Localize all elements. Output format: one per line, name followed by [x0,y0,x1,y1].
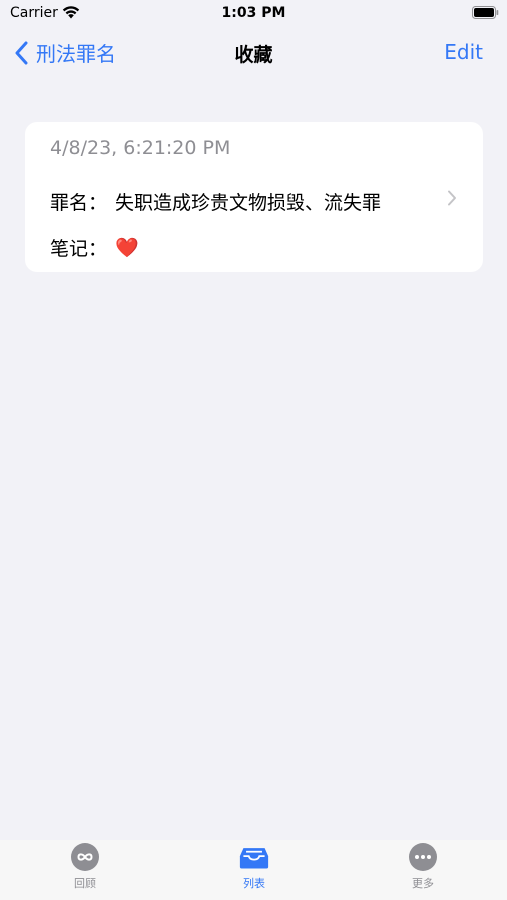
screen: Carrier 1:03 PM 刑法罪名 收藏 Edit 4/8/23, 6:2… [0,0,507,900]
infinity-icon [71,843,99,871]
tab-list-label: 列表 [243,877,265,890]
tab-review[interactable]: 回顾 [45,842,125,891]
note-row: 笔记： ❤️ [50,234,139,261]
page-title: 收藏 [234,44,273,66]
note-value: ❤️ [115,237,139,259]
battery-icon [472,6,499,19]
tab-more[interactable]: 更多 [383,842,463,891]
crime-name-row: 罪名： 失职造成珍贵文物损毁、流失罪 [50,188,381,215]
tab-more-label: 更多 [412,877,434,890]
crime-name-value: 失职造成珍贵文物损毁、流失罪 [115,192,382,214]
edit-button[interactable]: Edit [444,40,483,64]
favorite-date: 4/8/23, 6:21:20 PM [50,137,231,159]
ellipsis-icon [409,843,437,871]
note-label: 笔记： [50,238,108,260]
status-time: 1:03 PM [221,5,286,21]
status-bar: Carrier 1:03 PM [0,0,507,28]
tab-list[interactable]: 列表 [214,842,294,891]
favorite-card[interactable]: 4/8/23, 6:21:20 PM 罪名： 失职造成珍贵文物损毁、流失罪 笔记… [25,122,483,272]
crime-name-label: 罪名： [50,192,108,214]
chevron-right-icon [448,190,456,206]
tray-icon [239,848,269,869]
navigation-bar: 刑法罪名 收藏 Edit [0,30,507,74]
tab-bar: 回顾 列表 更多 [0,840,507,900]
tab-review-label: 回顾 [74,877,96,890]
